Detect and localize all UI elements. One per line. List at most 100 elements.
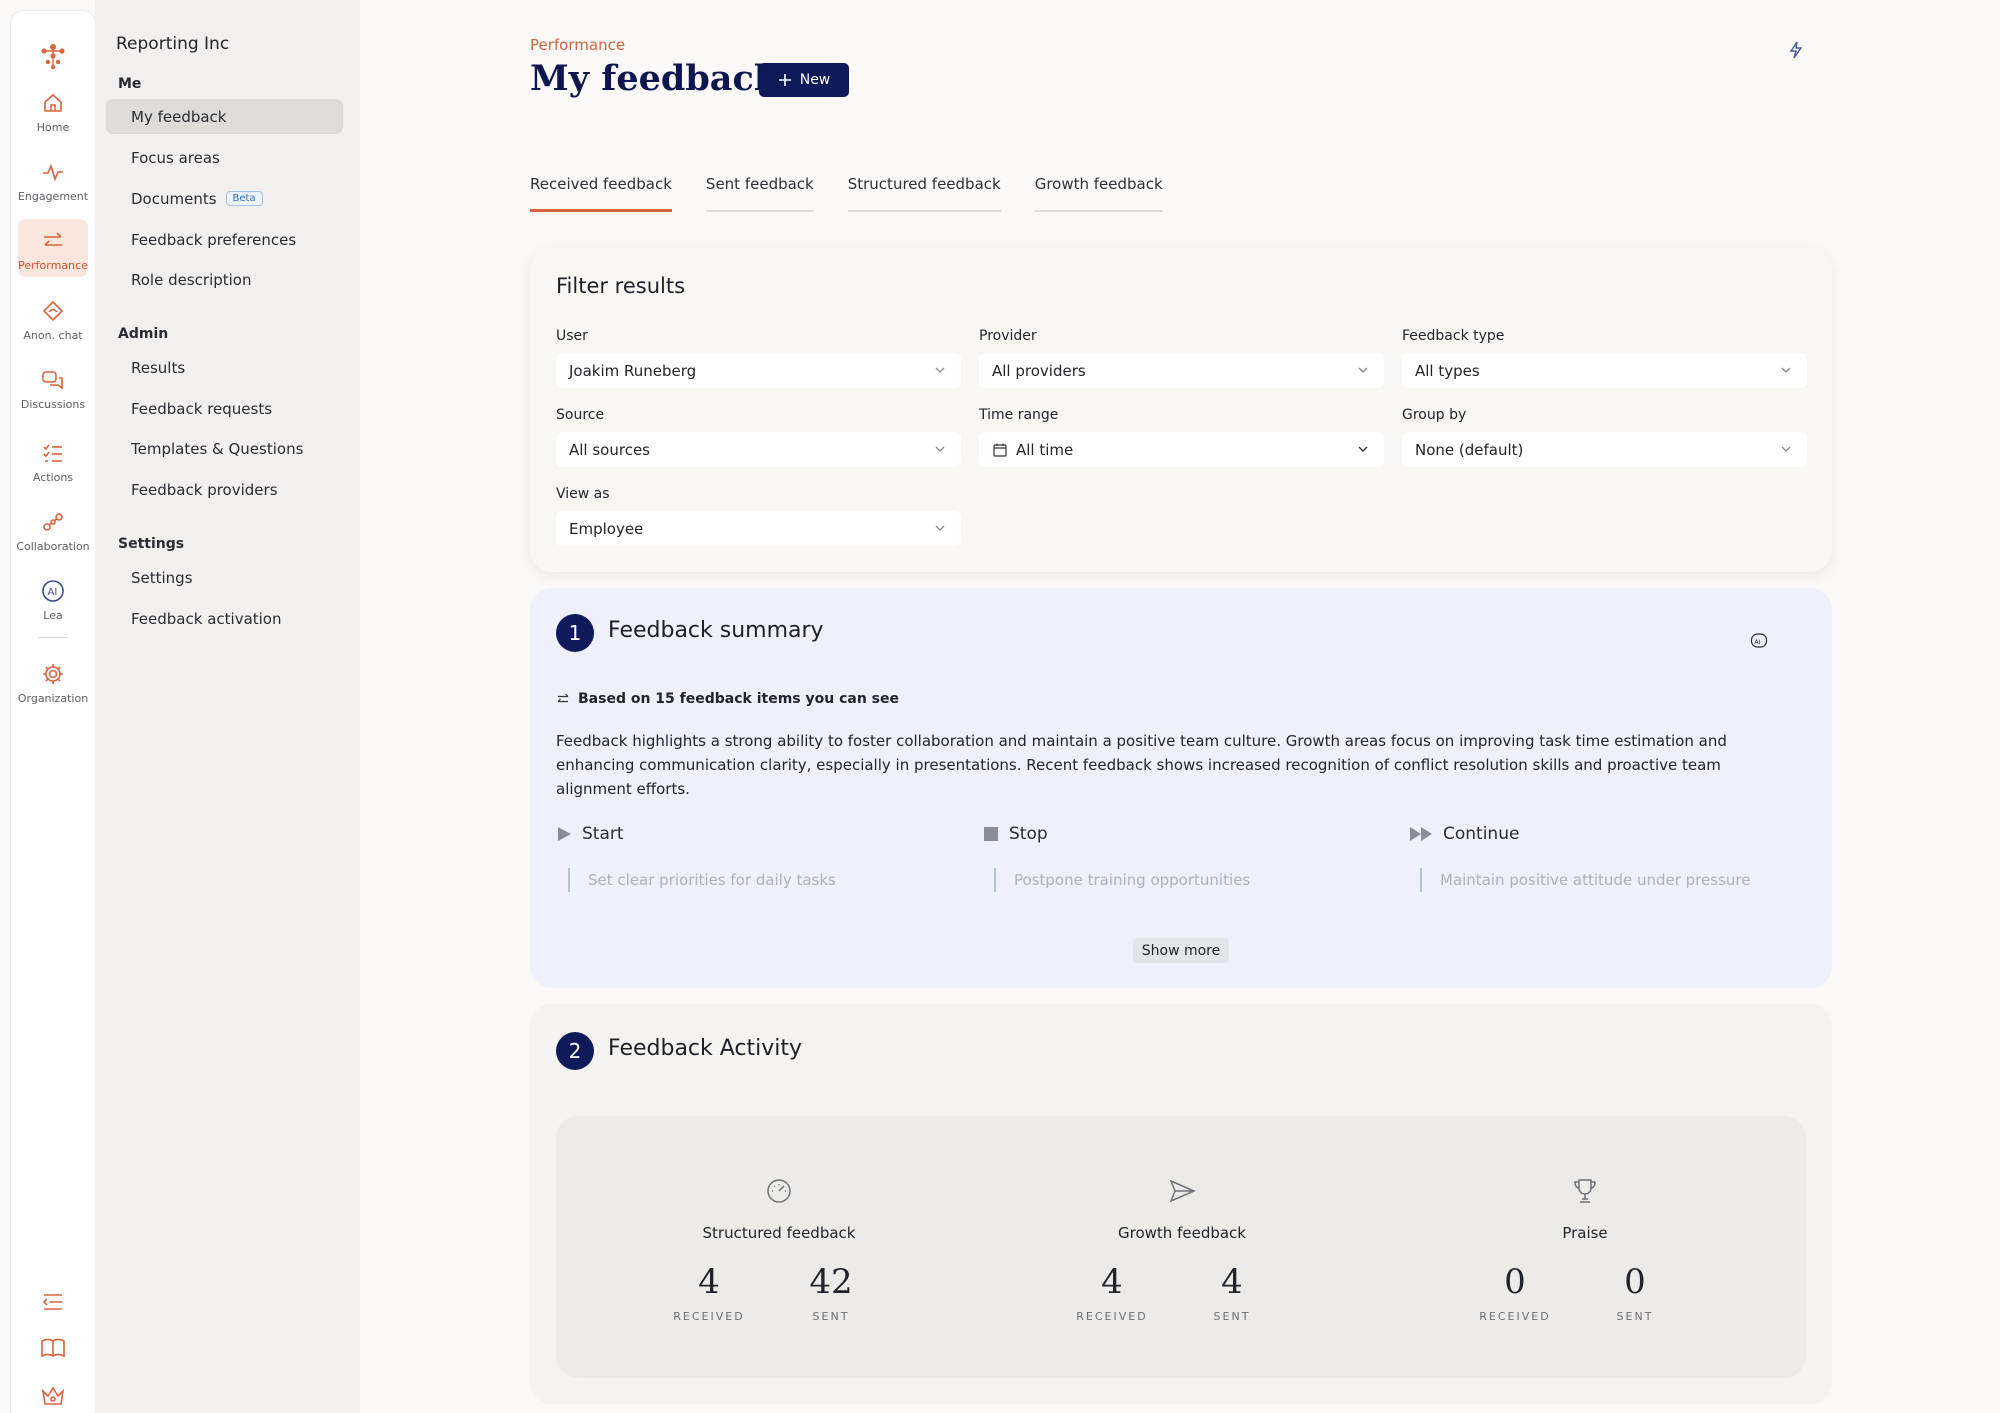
user-filter-label: User <box>556 328 588 344</box>
feedback-type-filter-label: Feedback type <box>1402 328 1505 344</box>
checklist-icon <box>43 444 62 462</box>
structured-sent-count: 42 <box>809 1262 853 1302</box>
sidebar-item-my-feedback[interactable]: My feedback <box>106 99 343 134</box>
summary-basis-text: Based on 15 feedback items you can see <box>578 691 899 707</box>
tab-structured-feedback[interactable]: Structured feedback <box>847 175 1001 212</box>
ai-icon: AI <box>42 580 64 602</box>
sidebar-item-role-description[interactable]: Role description <box>106 262 343 297</box>
sidebar-item-results[interactable]: Results <box>106 350 343 385</box>
sidebar-item-label: Feedback activation <box>131 609 282 628</box>
rail-label: Actions <box>32 471 74 484</box>
company-logo-icon[interactable] <box>38 41 68 71</box>
provider-filter-label: Provider <box>979 328 1037 344</box>
rail-item-discussions[interactable]: Discussions <box>18 358 88 416</box>
sidebar-item-feedback-providers[interactable]: Feedback providers <box>106 472 343 507</box>
tab-sent-feedback[interactable]: Sent feedback <box>705 175 814 212</box>
breadcrumb[interactable]: Performance <box>530 36 625 54</box>
collapse-menu-icon[interactable] <box>38 1287 68 1317</box>
sidebar-item-focus-areas[interactable]: Focus areas <box>106 140 343 175</box>
view-as-select-value: Employee <box>569 519 644 538</box>
received-caption: RECEIVED <box>673 1310 745 1323</box>
feedback-type-select[interactable]: All types <box>1402 353 1807 388</box>
rail-item-collaboration[interactable]: Collaboration <box>16 500 90 558</box>
start-item: Set clear priorities for daily tasks <box>568 868 836 892</box>
sidebar-item-settings[interactable]: Settings <box>106 560 343 595</box>
main-content: Performance My feedback New Received fee… <box>360 0 2000 1413</box>
filter-card: Filter results User Joakim Runeberg Prov… <box>530 248 1832 572</box>
sidebar-item-feedback-requests[interactable]: Feedback requests <box>106 391 343 426</box>
sidebar-item-feedback-activation[interactable]: Feedback activation <box>106 601 343 636</box>
lightning-icon[interactable] <box>1787 40 1805 60</box>
crown-icon[interactable] <box>38 1381 68 1411</box>
summary-text: Feedback highlights a strong ability to … <box>556 732 1727 798</box>
sidebar-item-label: Results <box>131 358 186 377</box>
page-title: My feedback <box>530 58 779 99</box>
rail-item-actions[interactable]: Actions <box>18 431 88 489</box>
paper-plane-icon <box>1169 1179 1196 1203</box>
section-number-badge: 2 <box>556 1032 594 1070</box>
summary-title: Feedback summary <box>608 618 824 643</box>
rail-label: Collaboration <box>16 540 90 553</box>
received-caption: RECEIVED <box>1479 1310 1551 1323</box>
stop-item: Postpone training opportunities <box>994 868 1250 892</box>
icon-rail: Home Engagement Performance Anon. chat D… <box>11 11 95 1413</box>
sidebar-item-label: Documents <box>131 189 217 208</box>
chevron-down-icon <box>1781 367 1791 373</box>
source-filter-label: Source <box>556 407 605 423</box>
trophy-icon <box>1574 1179 1596 1203</box>
rail-item-lea[interactable]: AI Lea <box>18 569 88 627</box>
view-as-select[interactable]: Employee <box>556 511 961 546</box>
chat-bubbles-icon <box>42 371 63 390</box>
sidebar-group-me: Me <box>118 76 142 92</box>
sidebar-item-label: My feedback <box>131 107 227 126</box>
provider-select[interactable]: All providers <box>979 353 1384 388</box>
rail-item-home[interactable]: Home <box>18 81 88 139</box>
rail-label: Engagement <box>17 190 89 203</box>
user-select-value: Joakim Runeberg <box>569 361 697 380</box>
arrows-swap-icon <box>44 232 62 246</box>
tab-received-feedback[interactable]: Received feedback <box>530 175 672 212</box>
rail-item-organization[interactable]: Organization <box>18 652 88 710</box>
sent-caption: SENT <box>812 1310 850 1323</box>
growth-sent-count: 4 <box>1221 1262 1243 1302</box>
time-range-select[interactable]: All time <box>979 432 1384 467</box>
show-more-button[interactable]: Show more <box>1133 938 1229 963</box>
view-as-filter-label: View as <box>556 486 610 502</box>
growth-feedback-label: Growth feedback <box>1118 1224 1246 1242</box>
start-heading: Start <box>556 824 624 844</box>
growth-received-count: 4 <box>1101 1262 1123 1302</box>
sent-caption: SENT <box>1213 1310 1251 1323</box>
rail-divider <box>38 637 68 638</box>
source-select[interactable]: All sources <box>556 432 961 467</box>
tab-growth-feedback[interactable]: Growth feedback <box>1034 175 1163 212</box>
activity-title: Feedback Activity <box>608 1036 803 1061</box>
new-feedback-button[interactable]: New <box>759 63 849 97</box>
chevron-down-icon <box>935 446 945 452</box>
group-by-select[interactable]: None (default) <box>1402 432 1807 467</box>
chevron-down-icon <box>935 525 945 531</box>
beta-badge: Beta <box>225 191 263 206</box>
growth-feedback-stats: Growth feedback 4 RECEIVED 4 SENT <box>1032 1116 1332 1378</box>
rail-item-anon-chat[interactable]: Anon. chat <box>18 289 88 347</box>
rail-label: Performance <box>18 259 88 272</box>
rail-label: Anon. chat <box>23 329 83 342</box>
structured-feedback-label: Structured feedback <box>702 1224 856 1242</box>
section-number-badge: 1 <box>556 614 594 652</box>
sidebar-item-documents[interactable]: Documents Beta <box>106 181 343 216</box>
sidebar-item-templates-questions[interactable]: Templates & Questions <box>106 431 343 466</box>
feedback-tabs: Received feedback Sent feedback Structur… <box>530 175 1163 212</box>
book-icon[interactable] <box>38 1333 68 1363</box>
sidebar-item-feedback-preferences[interactable]: Feedback preferences <box>106 222 343 257</box>
user-select[interactable]: Joakim Runeberg <box>556 353 961 388</box>
filter-title: Filter results <box>556 274 686 298</box>
rail-item-performance[interactable]: Performance <box>18 219 88 277</box>
praise-stats: Praise 0 RECEIVED 0 SENT <box>1435 1116 1735 1378</box>
svg-text:AI: AI <box>48 587 58 598</box>
pulse-icon <box>43 163 63 182</box>
ai-icon[interactable]: AI <box>1750 632 1768 650</box>
arrows-swap-icon <box>557 693 569 703</box>
continue-item: Maintain positive attitude under pressur… <box>1420 868 1750 892</box>
stop-label: Stop <box>1009 824 1048 844</box>
feedback-summary-card: 1 Feedback summary AI Based on 15 feedba… <box>530 588 1832 988</box>
rail-item-engagement[interactable]: Engagement <box>18 150 88 208</box>
